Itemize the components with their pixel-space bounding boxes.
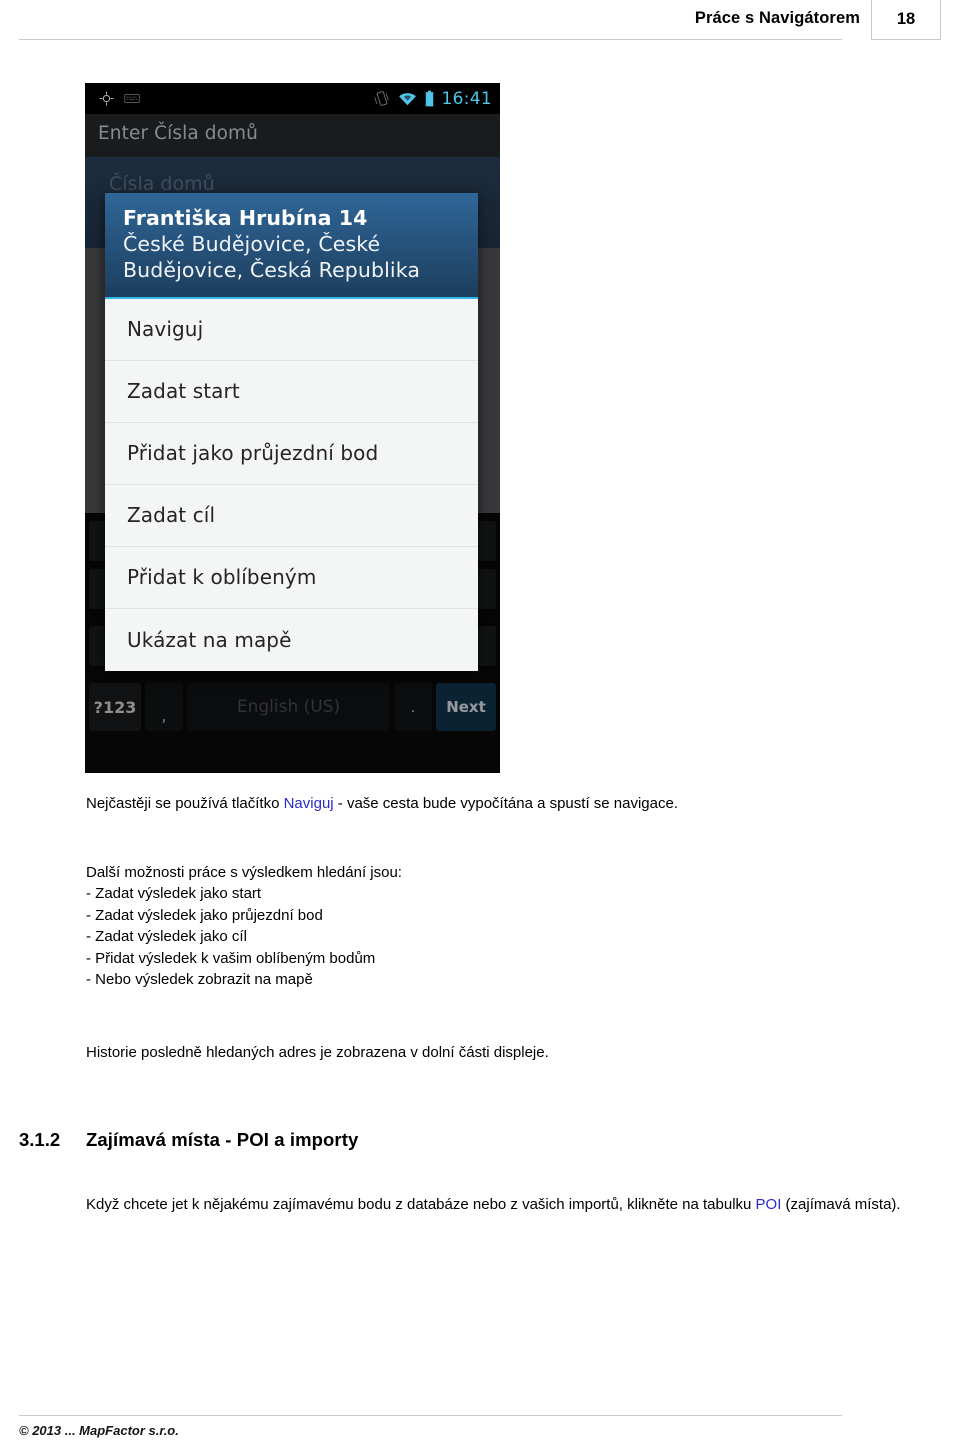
paragraph-naviguj-before: Nejčastěji se používá tlačítko — [86, 795, 284, 812]
context-menu-address-city: České Budějovice, České Budějovice, Česk… — [123, 232, 420, 283]
wifi-icon — [398, 92, 416, 105]
option-item-favourites: - Přidat výsledek k vašim oblíbeným bodů… — [86, 949, 376, 967]
option-item-waypoint: - Zadat výsledek jako průjezdní bod — [86, 906, 323, 924]
context-menu-list: Naviguj Zadat start Přidat jako průjezdn… — [105, 298, 478, 671]
link-naviguj[interactable]: Naviguj — [284, 795, 334, 812]
section-number: 3.1.2 — [19, 1129, 61, 1150]
option-item-showmap: - Nebo výsledek zobrazit na mapě — [86, 971, 313, 988]
status-bar-left-icons — [85, 91, 140, 106]
context-menu-address-street: Františka Hrubína 14 — [123, 206, 368, 230]
vibrate-icon — [373, 91, 389, 106]
page-title: Práce s Navigátorem — [694, 9, 860, 27]
context-menu-item-pridat-k-oblibenym[interactable]: Přidat k oblíbeným — [105, 547, 478, 609]
battery-icon — [425, 90, 433, 107]
context-menu-item-ukazat-na-mape[interactable]: Ukázat na mapě — [105, 609, 478, 671]
gps-icon — [99, 91, 114, 106]
footer-copyright: © 2013 ... MapFactor s.r.o. — [19, 1423, 179, 1438]
link-poi[interactable]: POI — [756, 1196, 782, 1213]
page-number-box: 18 — [871, 0, 941, 40]
paragraph-poi: Když chcete jet k nějakému zajímavému bo… — [86, 1194, 946, 1216]
section-heading: 3.1.2 Zajímavá místa - POI a importy — [19, 1129, 919, 1151]
status-bar-right-icons: 16:41 — [373, 83, 493, 114]
context-menu-item-zadat-cil[interactable]: Zadat cíl — [105, 485, 478, 547]
page-header: Práce s Navigátorem 18 — [0, 0, 960, 46]
context-menu-item-naviguj[interactable]: Naviguj — [105, 299, 478, 361]
footer-divider — [19, 1415, 842, 1416]
option-item-start: - Zadat výsledek jako start — [86, 885, 262, 902]
section-body: Když chcete jet k nějakému zajímavému bo… — [86, 1194, 946, 1216]
paragraph-naviguj: Nejčastěji se používá tlačítko Naviguj -… — [86, 793, 886, 815]
context-menu-dialog: Františka Hrubína 14 České Budějovice, Č… — [105, 193, 478, 671]
paragraph-history: Historie posledně hledaných adres je zob… — [86, 1043, 549, 1061]
paragraph-poi-after: (zajímavá místa). — [781, 1196, 901, 1213]
paragraph-options-intro: Další možnosti práce s výsledkem hledání… — [86, 863, 402, 881]
android-status-bar: 16:41 — [85, 83, 500, 114]
context-menu-item-zadat-start[interactable]: Zadat start — [105, 361, 478, 423]
page-number: 18 — [896, 10, 916, 28]
context-menu-item-pridat-jako-prujezdni-bod[interactable]: Přidat jako průjezdní bod — [105, 423, 478, 485]
section-title: Zajímavá místa - POI a importy — [86, 1129, 359, 1150]
phone-screenshot-figure: Enter Čísla domů Čísla domů 1 — [85, 83, 500, 773]
paragraph-naviguj-after: - vaše cesta bude vypočítána a spustí se… — [333, 795, 678, 812]
document-page: Práce s Navigátorem 18 Enter Čísla domů … — [0, 0, 960, 1453]
paragraph-poi-before: Když chcete jet k nějakému zajímavému bo… — [86, 1196, 756, 1213]
status-bar-clock: 16:41 — [441, 88, 492, 109]
body-copy: Nejčastěji se používá tlačítko Naviguj -… — [86, 793, 886, 1063]
keyboard-icon — [124, 94, 140, 103]
context-menu-header: Františka Hrubína 14 České Budějovice, Č… — [105, 193, 478, 299]
option-item-destination: - Zadat výsledek jako cíl — [86, 928, 247, 945]
header-divider — [19, 39, 842, 40]
